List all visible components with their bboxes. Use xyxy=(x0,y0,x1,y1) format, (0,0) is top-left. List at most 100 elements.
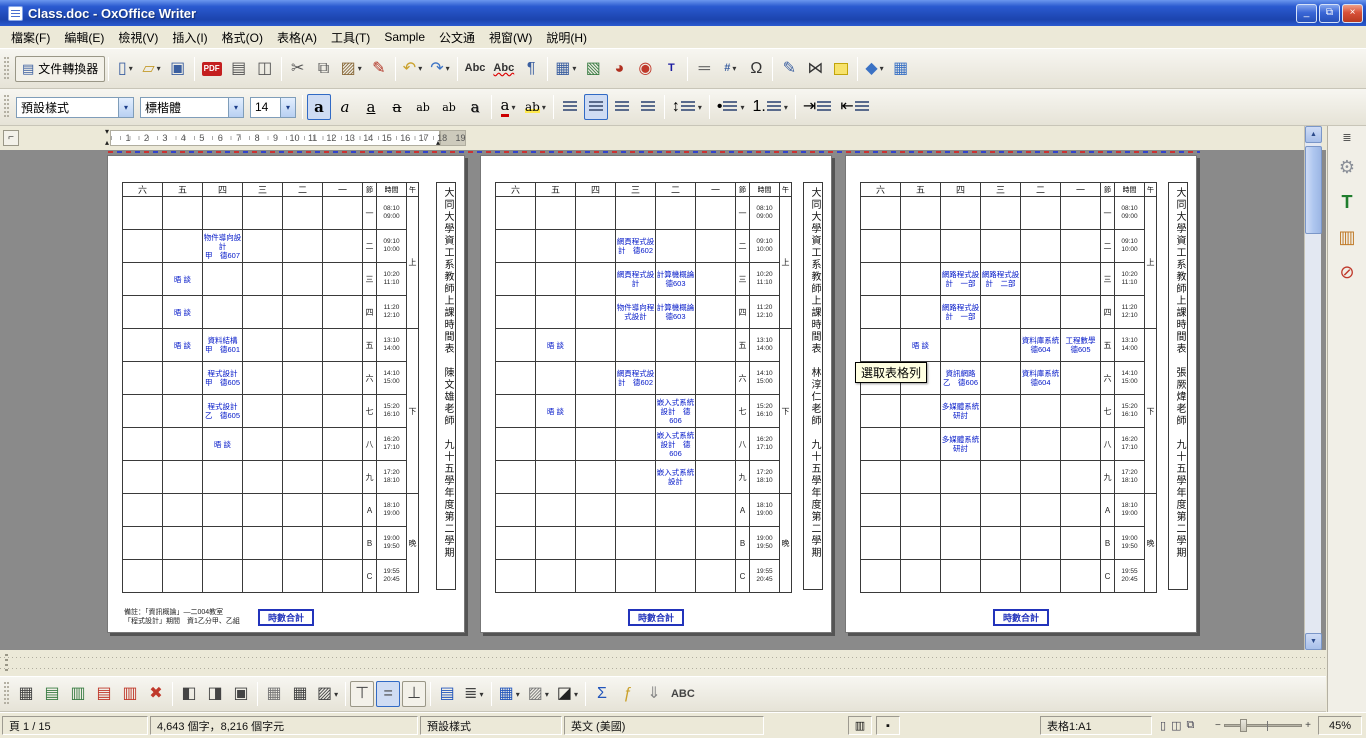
timetable-cell[interactable] xyxy=(575,460,616,494)
timetable-cell[interactable]: 程式設計甲 德605 xyxy=(202,361,243,395)
timetable-cell[interactable] xyxy=(535,229,576,263)
timetable-cell[interactable] xyxy=(860,196,901,230)
timetable-cell[interactable] xyxy=(1060,427,1101,461)
language-indicator[interactable]: 英文 (美國) xyxy=(564,716,764,735)
timetable[interactable]: 六五四三二一節時間午一 08:10 09:00 上二 09:10 10:00 網路程式設計 … xyxy=(860,182,1157,593)
special-character-button[interactable]: Ω xyxy=(744,56,768,82)
timetable-cell[interactable] xyxy=(1060,493,1101,527)
timetable-cell[interactable] xyxy=(282,361,323,395)
timetable-cell[interactable] xyxy=(162,493,203,527)
new-document-button[interactable]: ▯ ▾ xyxy=(113,56,137,82)
dropdown-arrow-icon[interactable]: ▾ xyxy=(516,690,520,699)
timetable-cell[interactable]: 資訊網路乙 德606 xyxy=(940,361,981,395)
timetable-cell[interactable] xyxy=(980,460,1021,494)
timetable-cell[interactable] xyxy=(695,559,736,593)
timetable-cell[interactable] xyxy=(242,460,283,494)
timetable-cell[interactable] xyxy=(202,196,243,230)
timetable-cell[interactable] xyxy=(940,526,981,560)
timetable-cell[interactable] xyxy=(900,196,941,230)
timetable-cell[interactable] xyxy=(695,394,736,428)
timetable-cell[interactable] xyxy=(695,262,736,296)
vertical-scrollbar[interactable]: ▲ ▼ xyxy=(1304,126,1322,650)
document-page-3[interactable]: 六五四三二一節時間午一 08:10 09:00 上二 09:10 10:00 網路程式設計 … xyxy=(845,155,1197,633)
timetable-cell[interactable] xyxy=(860,262,901,296)
timetable-cell[interactable] xyxy=(860,460,901,494)
timetable-cell[interactable]: 物件導向程 式設計 xyxy=(615,295,656,329)
timetable[interactable]: 六五四三二一節時間午一 08:10 09:00 上網頁程式設計 德602 二 09:10 1… xyxy=(495,182,792,593)
timetable-cell[interactable] xyxy=(1020,295,1061,329)
timetable-cell[interactable]: 物件導向設計甲 德607 xyxy=(202,229,243,263)
timetable-cell[interactable] xyxy=(242,526,283,560)
timetable-cell[interactable] xyxy=(242,295,283,329)
timetable-cell[interactable] xyxy=(122,394,163,428)
timetable-cell[interactable]: 網頁程式設計 德602 xyxy=(615,361,656,395)
timetable-cell[interactable] xyxy=(282,229,323,263)
timetable-cell[interactable]: 工程數學 德605 xyxy=(1060,328,1101,362)
timetable-cell[interactable] xyxy=(162,229,203,263)
numbering-button[interactable]: 1. ▾ xyxy=(750,94,791,120)
menu-item-8[interactable]: 公文通 xyxy=(432,26,482,49)
timetable-cell[interactable] xyxy=(1020,394,1061,428)
dropdown-arrow-icon[interactable]: ▾ xyxy=(418,64,422,73)
timetable-cell[interactable] xyxy=(900,262,941,296)
timetable-cell[interactable] xyxy=(535,361,576,395)
timetable-cell[interactable] xyxy=(202,295,243,329)
timetable-cell[interactable] xyxy=(575,559,616,593)
scrollbar-thumb[interactable] xyxy=(1305,146,1322,234)
copy-button[interactable]: ⧉ xyxy=(312,56,336,82)
timetable-cell[interactable] xyxy=(695,229,736,263)
timetable-cell[interactable] xyxy=(575,427,616,461)
timetable-cell[interactable] xyxy=(940,493,981,527)
autoformat-button[interactable]: ▦ xyxy=(262,681,286,707)
timetable-cell[interactable]: 計算機概論 德603 xyxy=(655,262,696,296)
restore-button[interactable]: ⧉ xyxy=(1319,3,1340,23)
timetable-cell[interactable] xyxy=(900,559,941,593)
timetable-cell[interactable] xyxy=(655,493,696,527)
timetable-cell[interactable] xyxy=(495,295,536,329)
shadow-button[interactable]: a xyxy=(463,94,487,120)
delete-column-button[interactable]: ▥ xyxy=(118,681,142,707)
timetable-cell[interactable] xyxy=(575,229,616,263)
timetable-cell[interactable] xyxy=(1060,295,1101,329)
timetable-cell[interactable] xyxy=(1020,196,1061,230)
menu-item-9[interactable]: 視窗(W) xyxy=(482,26,539,49)
zoom-track[interactable] xyxy=(1223,719,1303,732)
line-spacing-button[interactable]: ↕ ▾ xyxy=(669,94,705,120)
timetable-cell[interactable] xyxy=(860,295,901,329)
timetable-cell[interactable] xyxy=(282,559,323,593)
gallery-button[interactable]: ◆ ▾ xyxy=(862,56,886,82)
timetable-cell[interactable] xyxy=(162,526,203,560)
data-sources-button[interactable]: ▦ xyxy=(889,56,913,82)
line-style-button[interactable]: ≣ ▾ xyxy=(461,681,486,707)
timetable-cell[interactable] xyxy=(122,196,163,230)
timetable-cell[interactable] xyxy=(162,361,203,395)
menu-item-0[interactable]: 檔案(F) xyxy=(4,26,57,49)
borders-button[interactable]: ▨ ▾ xyxy=(314,681,341,707)
timetable-cell[interactable] xyxy=(242,559,283,593)
timetable-cell[interactable] xyxy=(655,196,696,230)
timetable-cell[interactable]: 晤 談 xyxy=(535,328,576,362)
timetable-cell[interactable]: 多媒體系統 研討 xyxy=(940,394,981,428)
decrease-indent-button[interactable]: ⇤ xyxy=(837,94,872,120)
timetable-cell[interactable]: 嵌入式系統 設計 德606 xyxy=(655,394,696,428)
timetable-cell[interactable] xyxy=(162,559,203,593)
timetable-cell[interactable] xyxy=(282,196,323,230)
timetable-cell[interactable] xyxy=(495,394,536,428)
timetable-cell[interactable] xyxy=(900,394,941,428)
split-cells-horizontal-button[interactable]: ◧ xyxy=(177,681,201,707)
timetable-cell[interactable] xyxy=(980,559,1021,593)
timetable-cell[interactable] xyxy=(655,526,696,560)
superscript-button[interactable]: ab xyxy=(411,94,435,120)
timetable-cell[interactable] xyxy=(615,526,656,560)
timetable-cell[interactable] xyxy=(1060,394,1101,428)
dropdown-arrow-icon[interactable]: ▾ xyxy=(784,103,788,112)
timetable-cell[interactable] xyxy=(322,361,363,395)
timetable-cell[interactable] xyxy=(242,229,283,263)
save-button[interactable]: ▣ xyxy=(166,56,190,82)
timetable-cell[interactable] xyxy=(1060,526,1101,560)
align-right-button[interactable] xyxy=(610,94,634,120)
timetable-cell[interactable] xyxy=(322,196,363,230)
timetable-cell[interactable]: 晤 談 xyxy=(202,427,243,461)
timetable-cell[interactable] xyxy=(242,328,283,362)
bullets-button[interactable]: • ▾ xyxy=(714,94,748,120)
